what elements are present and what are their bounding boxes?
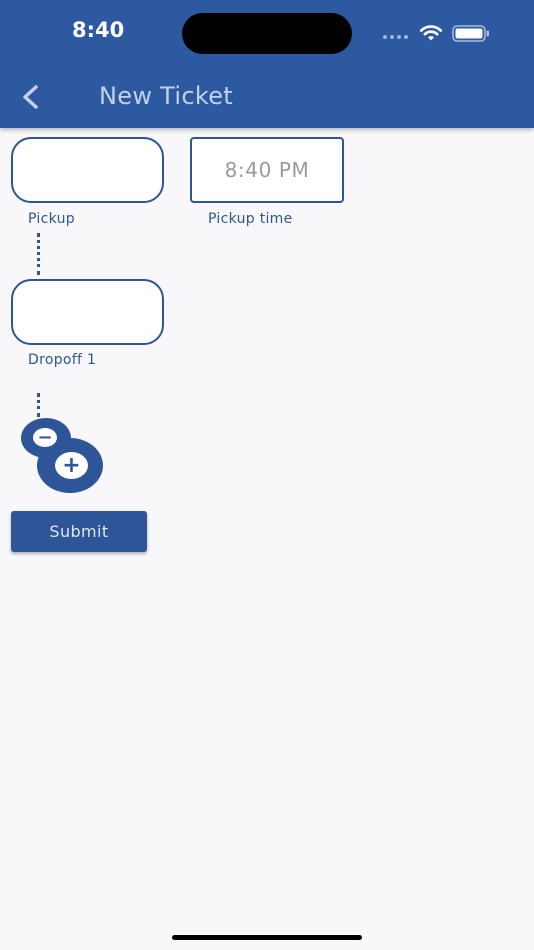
dropoff-1-input[interactable]	[11, 279, 164, 345]
plus-icon: +	[55, 452, 88, 479]
pickup-time-label: Pickup time	[208, 211, 293, 227]
wifi-icon	[419, 25, 443, 41]
dynamic-island	[182, 13, 352, 54]
pickup-label: Pickup	[28, 211, 75, 227]
status-bar-time: 8:40	[72, 18, 125, 42]
battery-icon	[452, 25, 489, 42]
chevron-left-icon[interactable]	[14, 80, 48, 114]
pickup-time-field[interactable]: 8:40 PM	[190, 137, 344, 203]
dropoff-1-label: Dropoff 1	[28, 352, 97, 368]
pickup-input[interactable]	[11, 137, 164, 203]
remove-stop-button[interactable]: −	[21, 418, 71, 458]
app-header: 8:40 New Ticket	[0, 0, 534, 128]
page-title: New Ticket	[99, 82, 233, 110]
minus-icon: −	[33, 428, 57, 447]
cellular-signal-icon	[383, 35, 408, 39]
route-connector-line	[37, 233, 40, 275]
submit-button[interactable]: Submit	[11, 511, 147, 552]
route-connector-line	[37, 393, 40, 417]
home-indicator	[172, 935, 362, 940]
